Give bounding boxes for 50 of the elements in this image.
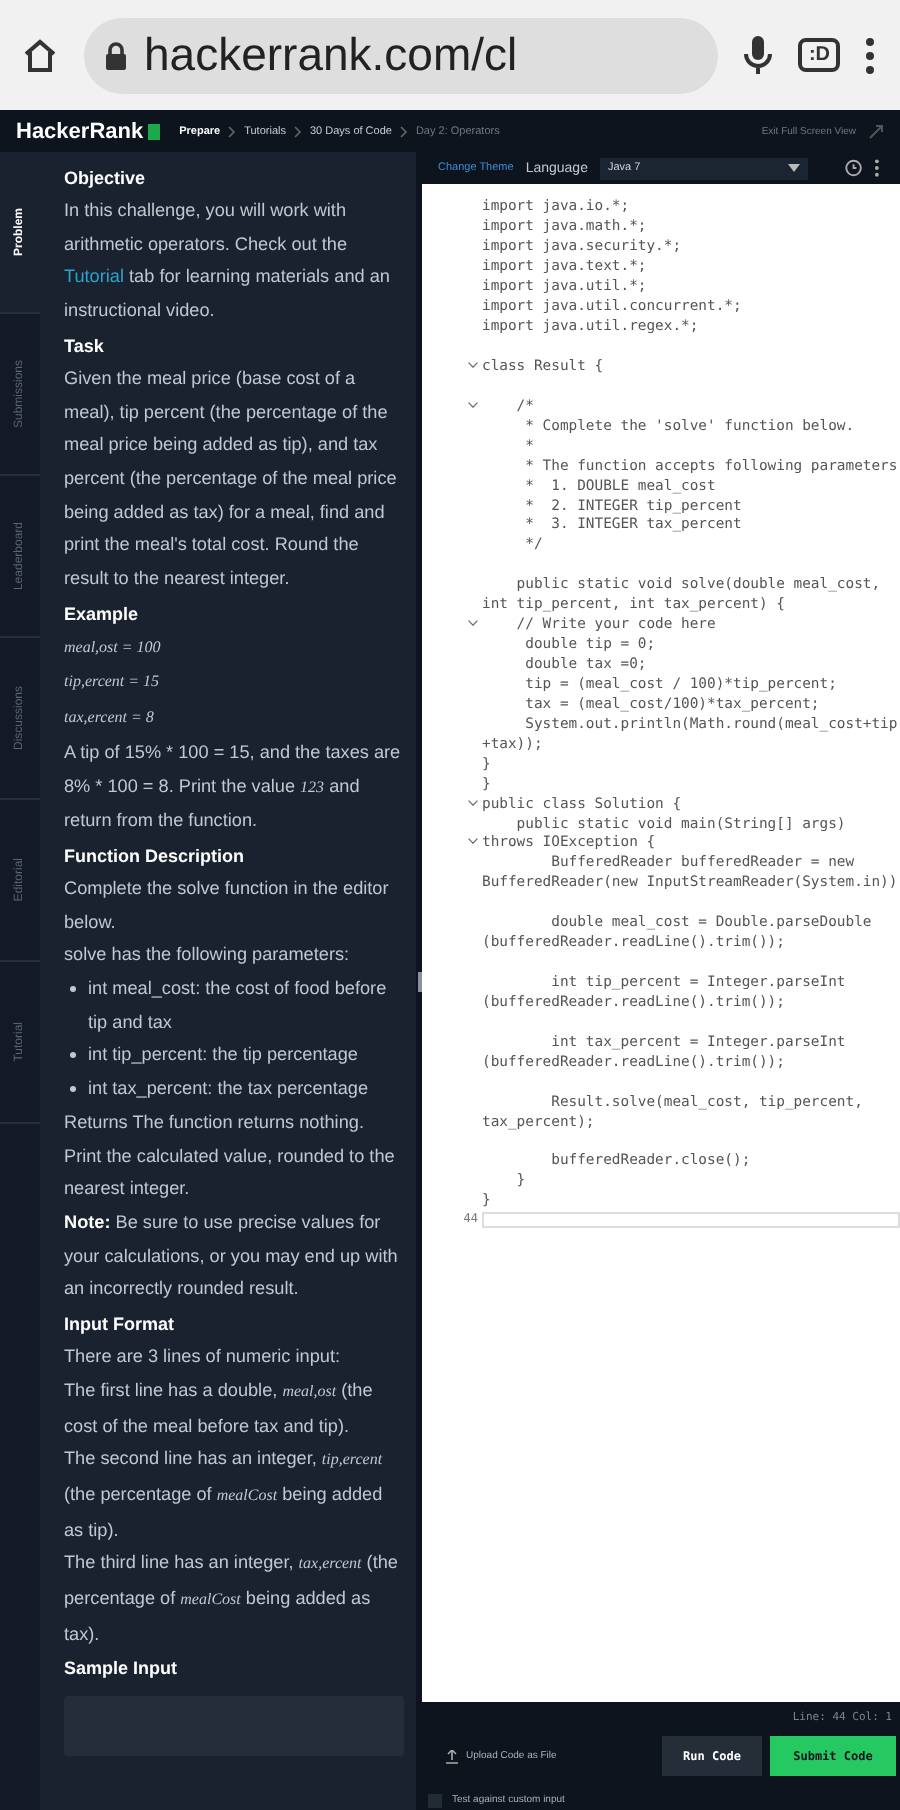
bullet-icon [70, 1052, 76, 1059]
fold-icon[interactable] [468, 620, 478, 627]
upload-icon[interactable] [446, 1749, 458, 1763]
chevron-icon [228, 125, 237, 137]
section-heading: Example [64, 601, 141, 628]
microphone-icon[interactable] [742, 33, 775, 77]
logo-square-icon [147, 123, 160, 139]
custom-input-checkbox[interactable] [428, 1793, 442, 1807]
paragraph: A tip of 15% * 100 = 15, and the taxes are 8% * 100 = 8. Print the value 123 and return from the function. [64, 739, 403, 835]
paragraph: Given the meal price (base cost of a meal), tip percent (the percentage of the meal price being added as tip), and tax percent (the percentage of the meal price being added as tax) for a meal, find and print the meal's total cost. Round the result to the nearest integer. [64, 365, 399, 593]
tab-switcher-button[interactable]: :D [798, 38, 840, 72]
section-heading: Input Format [64, 1312, 176, 1339]
section-heading: Sample Input [64, 1656, 180, 1683]
paragraph: Returns The function returns nothing. Print the calculated value, rounded to the nearest integer. [64, 1109, 397, 1203]
paragraph: In this challenge, you will work with arithmetic operators. Check out the Tutorial tab for learning materials and an instructional video. [64, 198, 392, 325]
caret-icon [787, 164, 800, 172]
section-heading: Function Description [64, 843, 246, 870]
fold-icon[interactable] [468, 361, 478, 368]
fold-icon[interactable] [468, 401, 478, 408]
list-item: int tip_percent: the tip percentage [88, 1042, 358, 1069]
paragraph: Complete the solve function in the editor below. [64, 875, 391, 936]
chevron-icon [293, 125, 302, 137]
history-icon[interactable] [843, 158, 863, 178]
bullet-icon [70, 986, 76, 993]
paragraph: solve has the following parameters: [64, 942, 352, 969]
tutorial-link[interactable]: Tutorial [64, 266, 124, 287]
paragraph: meal,ost = 100 [64, 635, 163, 660]
logo-text[interactable]: HackerRank [16, 119, 144, 143]
chevron-icon [399, 125, 408, 137]
paragraph: The second line has an integer, tip,ercent (the percentage of mealCost being added as tip). [64, 1446, 385, 1544]
code-editor[interactable] [422, 184, 900, 1702]
paragraph: There are 3 lines of numeric input: [64, 1344, 342, 1371]
section-heading: Objective [64, 166, 148, 192]
bullet-icon [70, 1086, 76, 1093]
paragraph: The third line has an integer, tax,ercent (the percentage of mealCost being added as tax). [64, 1550, 400, 1648]
more-options-icon[interactable] [874, 158, 881, 178]
paragraph: Note: Be sure to use precise values for your calculations, or you may end up with an incorrectly rounded result. [64, 1209, 400, 1303]
fold-icon[interactable] [468, 838, 478, 845]
home-icon[interactable] [20, 35, 60, 75]
fold-icon[interactable] [468, 799, 478, 806]
section-heading: Task [64, 333, 106, 360]
paragraph: tax,ercent = 8 [64, 706, 156, 731]
resize-handle[interactable] [417, 971, 421, 991]
paragraph: tip,ercent = 15 [64, 670, 162, 695]
address-bar[interactable]: hackerrank.com/cl [84, 17, 719, 93]
lock-icon [104, 41, 128, 69]
expand-icon[interactable] [868, 123, 884, 139]
paragraph: The first line has a double, meal,ost (the cost of the meal before tax and tip). [64, 1377, 375, 1440]
menu-icon[interactable] [864, 35, 876, 75]
list-item: int tax_percent: the tax percentage [88, 1076, 369, 1103]
